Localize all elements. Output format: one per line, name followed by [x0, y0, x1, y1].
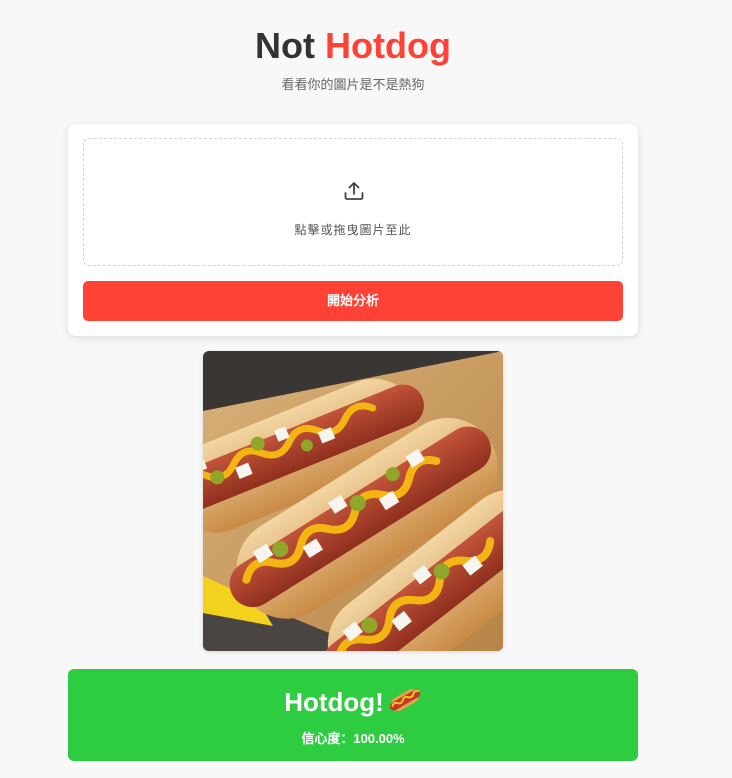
confidence-text: 信心度：100.00% [68, 731, 638, 747]
title-hotdog: Hotdog [325, 25, 451, 66]
image-dropzone[interactable]: 點擊或拖曳圖片至此 [83, 138, 623, 266]
confidence-label: 信心度： [301, 731, 354, 746]
result-banner: Hotdog! 信心度：100.00% [68, 669, 638, 761]
upload-card: 點擊或拖曳圖片至此 開始分析 [68, 124, 638, 336]
analyze-button[interactable]: 開始分析 [83, 281, 623, 321]
confidence-value: 100.00% [353, 731, 405, 746]
result-title: Hotdog! [68, 685, 638, 723]
hotdog-emoji-icon [388, 685, 422, 723]
page-title: Not Hotdog [0, 26, 706, 66]
hotdog-photo [203, 351, 503, 651]
title-not: Not [255, 25, 315, 66]
app-page: Not Hotdog 看看你的圖片是不是熱狗 點擊或拖曳圖片至此 開始分析 Ho… [0, 0, 732, 778]
hotdog-preview-image [203, 351, 503, 651]
upload-icon [344, 182, 364, 200]
result-label: Hotdog! [284, 687, 384, 717]
page-subtitle: 看看你的圖片是不是熱狗 [281, 77, 425, 92]
dropzone-prompt: 點擊或拖曳圖片至此 [294, 223, 412, 237]
